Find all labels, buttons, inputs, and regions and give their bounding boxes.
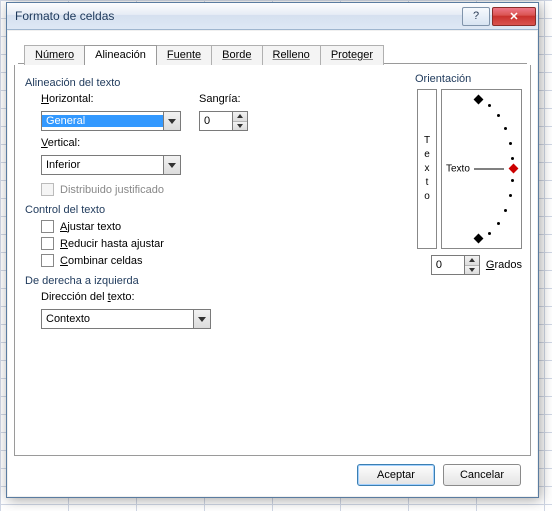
checkbox-box xyxy=(41,220,54,233)
vertical-value: Inferior xyxy=(42,159,163,171)
degrees-label: Grados xyxy=(486,259,522,271)
degrees-spinner[interactable]: 0 xyxy=(431,255,480,275)
merge-cells-checkbox[interactable]: Combinar celdas xyxy=(41,254,297,267)
dialog-title: Formato de celdas xyxy=(15,9,460,23)
dial-handle--90 xyxy=(474,234,484,244)
chevron-down-icon xyxy=(163,156,180,174)
justify-distributed-checkbox: Distribuido justificado xyxy=(41,183,297,196)
close-button[interactable]: ✕ xyxy=(492,7,536,26)
tab-numero[interactable]: Número xyxy=(24,45,85,65)
spinner-up[interactable] xyxy=(233,112,247,122)
spinner-down[interactable] xyxy=(465,266,479,275)
tab-borde[interactable]: Borde xyxy=(211,45,262,65)
tab-relleno[interactable]: Relleno xyxy=(262,45,321,65)
group-text-alignment: Alineación del texto xyxy=(25,77,297,89)
tab-proteger[interactable]: Proteger xyxy=(320,45,384,65)
orientation-group: Orientación T e x t o Texto xyxy=(417,71,522,275)
close-icon: ✕ xyxy=(509,10,518,23)
alignment-panel: Alineación del texto Horizontal: General… xyxy=(14,65,531,456)
text-direction-label: Dirección del texto: xyxy=(41,291,297,303)
chevron-down-icon xyxy=(163,112,180,130)
dial-text-label: Texto xyxy=(446,164,470,175)
shrink-label: Reducir hasta ajustar xyxy=(60,238,164,250)
justify-distributed-label: Distribuido justificado xyxy=(60,184,164,196)
horizontal-value: General xyxy=(42,115,163,127)
wrap-text-checkbox[interactable]: Ajustar texto xyxy=(41,220,297,233)
indent-value: 0 xyxy=(200,112,232,130)
left-column: Alineación del texto Horizontal: General… xyxy=(27,77,297,329)
checkbox-box xyxy=(41,254,54,267)
titlebar: Formato de celdas ? ✕ xyxy=(7,3,538,30)
spinner-down[interactable] xyxy=(233,122,247,131)
wrap-text-label: Ajustar texto xyxy=(60,221,121,233)
vertical-label: Vertical: xyxy=(41,137,297,149)
horizontal-label: Horizontal: xyxy=(41,93,181,105)
merge-label: Combinar celdas xyxy=(60,255,143,267)
dial-needle xyxy=(474,169,504,170)
dial-handle-90 xyxy=(474,95,484,105)
horizontal-combo[interactable]: General xyxy=(41,111,181,131)
text-direction-value: Contexto xyxy=(42,313,193,325)
format-cells-dialog: Formato de celdas ? ✕ Número Alineación … xyxy=(6,2,539,498)
chevron-down-icon xyxy=(193,310,210,328)
spinner-up[interactable] xyxy=(465,256,479,266)
shrink-to-fit-checkbox[interactable]: Reducir hasta ajustar xyxy=(41,237,297,250)
help-button[interactable]: ? xyxy=(462,7,490,26)
help-icon: ? xyxy=(473,10,479,22)
indent-spinner[interactable]: 0 xyxy=(199,111,248,131)
dialog-footer: Aceptar Cancelar xyxy=(357,464,521,486)
tab-fuente[interactable]: Fuente xyxy=(156,45,212,65)
dialog-client: Número Alineación Fuente Borde Relleno P… xyxy=(8,31,537,496)
group-rtl: De derecha a izquierda xyxy=(25,275,297,287)
vertical-combo[interactable]: Inferior xyxy=(41,155,181,175)
tabs: Número Alineación Fuente Borde Relleno P… xyxy=(18,42,527,64)
tab-alineacion[interactable]: Alineación xyxy=(84,45,157,65)
orientation-vertical-button[interactable]: T e x t o xyxy=(417,89,437,249)
group-text-control: Control del texto xyxy=(25,204,297,216)
indent-label: Sangría: xyxy=(199,93,248,105)
text-direction-combo[interactable]: Contexto xyxy=(41,309,211,329)
cancel-button[interactable]: Cancelar xyxy=(443,464,521,486)
ok-button[interactable]: Aceptar xyxy=(357,464,435,486)
checkbox-box xyxy=(41,237,54,250)
orientation-dial[interactable]: Texto xyxy=(441,89,522,249)
degrees-value: 0 xyxy=(432,256,464,274)
dial-handle-0 xyxy=(509,164,519,174)
checkbox-box xyxy=(41,183,54,196)
orientation-label: Orientación xyxy=(415,73,522,85)
